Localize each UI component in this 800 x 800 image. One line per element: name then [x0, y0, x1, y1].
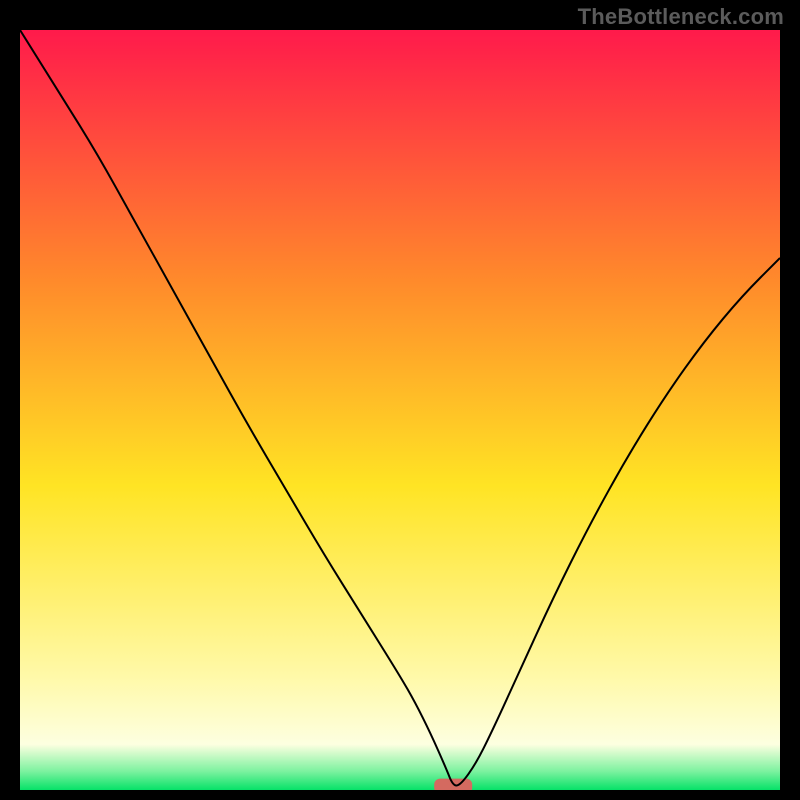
- chart-container: TheBottleneck.com: [0, 0, 800, 800]
- watermark-text: TheBottleneck.com: [578, 4, 784, 30]
- bottleneck-chart: [20, 30, 780, 790]
- plot-area: [20, 30, 780, 790]
